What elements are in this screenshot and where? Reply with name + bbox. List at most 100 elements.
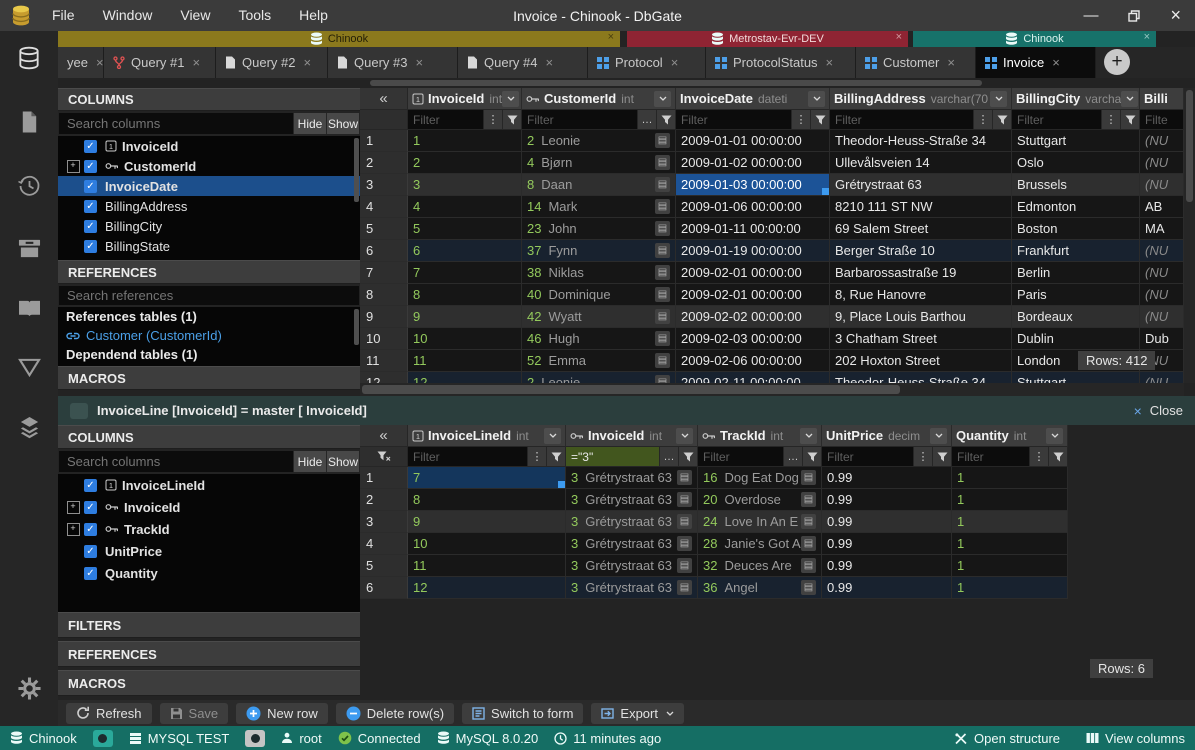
mysql-test-status[interactable]: MYSQL TEST bbox=[129, 731, 230, 746]
filter-menu-button[interactable]: ⋮ bbox=[1101, 110, 1120, 129]
close-tab-icon[interactable]: × bbox=[415, 55, 423, 70]
grid-cell[interactable]: 20Overdose▤ bbox=[698, 489, 822, 511]
filters-rail-item[interactable] bbox=[17, 357, 42, 381]
grid-cell[interactable]: 38Niklas▤ bbox=[522, 262, 676, 284]
grid-cell[interactable]: 3Grétrystraat 63▤ bbox=[566, 555, 698, 577]
column-menu-button[interactable] bbox=[990, 91, 1007, 107]
grid-cell[interactable]: 1 bbox=[952, 577, 1068, 599]
column-menu-button[interactable] bbox=[502, 91, 519, 107]
open-detail-icon[interactable]: ▤ bbox=[801, 558, 816, 573]
new-row-button[interactable]: New row bbox=[236, 703, 328, 724]
grid-cell[interactable]: 8 bbox=[408, 489, 566, 511]
grid-cell[interactable]: 2009-02-02 00:00:00 bbox=[676, 306, 830, 328]
columns-panel-header[interactable]: COLUMNS bbox=[58, 88, 360, 111]
open-detail-icon[interactable]: ▤ bbox=[801, 514, 816, 529]
filter-funnel-button[interactable] bbox=[546, 447, 565, 466]
filters-panel-header[interactable]: FILTERS bbox=[58, 612, 360, 638]
grid-cell[interactable]: (NU bbox=[1140, 240, 1184, 262]
column-header-invoiceid[interactable]: InvoiceIdint bbox=[566, 425, 698, 447]
grid-cell[interactable]: 0.99 bbox=[822, 467, 952, 489]
grid-cell[interactable]: 9, Place Louis Barthou bbox=[830, 306, 1012, 328]
grid-cell[interactable]: 8, Rue Hanovre bbox=[830, 284, 1012, 306]
checkbox[interactable]: ✓ bbox=[84, 567, 97, 580]
collapse-left-panel-button[interactable]: « bbox=[360, 425, 408, 447]
column-menu-button[interactable] bbox=[1046, 428, 1063, 444]
chinook-status[interactable]: Chinook bbox=[10, 731, 77, 746]
checkbox[interactable]: ✓ bbox=[84, 545, 97, 558]
close-connection-icon[interactable]: × bbox=[1144, 31, 1150, 43]
grid-cell[interactable]: 2009-02-03 00:00:00 bbox=[676, 328, 830, 350]
filter-funnel-button[interactable] bbox=[802, 447, 821, 466]
grid-cell[interactable]: 2009-02-11 00:00:00 bbox=[676, 372, 830, 383]
tab-yee[interactable]: yee× bbox=[58, 47, 104, 78]
settings-rail-item[interactable] bbox=[17, 676, 42, 704]
grid-cell[interactable]: 2Leonie▤ bbox=[522, 130, 676, 152]
mysql-8-0-20-status[interactable]: MySQL 8.0.20 bbox=[437, 731, 539, 746]
connection-tab[interactable]: Metrostav-Evr-DEV× bbox=[627, 31, 908, 47]
checkbox[interactable]: ✓ bbox=[84, 180, 97, 193]
plugins-rail-item[interactable] bbox=[17, 416, 42, 442]
grid-cell[interactable]: 40Dominique▤ bbox=[522, 284, 676, 306]
grid-cell[interactable]: 52Emma▤ bbox=[522, 350, 676, 372]
filter-input[interactable]: Filter bbox=[1012, 110, 1101, 129]
column-header-billingaddress[interactable]: BillingAddressvarchar(70 bbox=[830, 88, 1012, 110]
references-list-scrollbar[interactable] bbox=[354, 309, 359, 345]
grid-cell[interactable]: Berger Straße 10 bbox=[830, 240, 1012, 262]
columns-list-scrollbar[interactable] bbox=[354, 138, 359, 202]
open-detail-icon[interactable]: ▤ bbox=[677, 470, 692, 485]
filter-funnel-button[interactable] bbox=[502, 110, 521, 129]
grid-cell[interactable]: 3Grétrystraat 63▤ bbox=[566, 511, 698, 533]
filter-input[interactable]: Filter bbox=[408, 447, 527, 466]
minimize-button[interactable]: — bbox=[1083, 7, 1098, 24]
grid-cell[interactable]: 12 bbox=[408, 372, 522, 383]
filter-funnel-button[interactable] bbox=[1120, 110, 1139, 129]
close-tab-icon[interactable]: × bbox=[192, 55, 200, 70]
grid-cell[interactable]: (NU bbox=[1140, 152, 1184, 174]
grid-cell[interactable]: (NU bbox=[1140, 262, 1184, 284]
switch-to-form-button[interactable]: Switch to form bbox=[462, 703, 583, 724]
grid-cell[interactable]: 3Grétrystraat 63▤ bbox=[566, 533, 698, 555]
grid-cell[interactable]: (NU bbox=[1140, 130, 1184, 152]
open-detail-icon[interactable]: ▤ bbox=[677, 580, 692, 595]
column-header-invoicelineid[interactable]: 1InvoiceLineIdint bbox=[408, 425, 566, 447]
column-item[interactable]: +✓CustomerId bbox=[58, 156, 360, 176]
grid-cell[interactable]: 8Daan▤ bbox=[522, 174, 676, 196]
close-tab-icon[interactable]: × bbox=[826, 55, 834, 70]
grid-cell[interactable]: 2009-01-19 00:00:00 bbox=[676, 240, 830, 262]
open-detail-icon[interactable]: ▤ bbox=[801, 492, 816, 507]
grid-cell[interactable]: 9 bbox=[408, 306, 522, 328]
open-detail-icon[interactable]: ▤ bbox=[677, 558, 692, 573]
grid-cell[interactable]: 69 Salem Street bbox=[830, 218, 1012, 240]
column-menu-button[interactable] bbox=[800, 428, 817, 444]
tab-scrollbar[interactable] bbox=[58, 78, 1195, 88]
column-menu-button[interactable] bbox=[676, 428, 693, 444]
checkbox[interactable]: ✓ bbox=[84, 501, 97, 514]
show-columns-button[interactable]: Show bbox=[326, 113, 359, 134]
grid-cell[interactable]: 2009-01-11 00:00:00 bbox=[676, 218, 830, 240]
grid-cell[interactable]: Dub bbox=[1140, 328, 1184, 350]
grid-cell[interactable]: 8210 111 ST NW bbox=[830, 196, 1012, 218]
export-button[interactable]: Export bbox=[591, 703, 684, 724]
grid-cell[interactable]: 1 bbox=[952, 511, 1068, 533]
search-columns-input[interactable]: Search columns bbox=[59, 113, 293, 134]
connection-tab[interactable]: Chinook× bbox=[58, 31, 620, 47]
filter-input[interactable]: Filter bbox=[522, 110, 637, 129]
menu-file[interactable]: File bbox=[38, 0, 89, 31]
grid-cell[interactable]: 10 bbox=[408, 328, 522, 350]
grid-cell[interactable]: 7 bbox=[408, 467, 566, 489]
menu-window[interactable]: Window bbox=[89, 0, 167, 31]
search-references-input[interactable]: Search references bbox=[59, 286, 359, 305]
filter-input[interactable]: Filter bbox=[698, 447, 783, 466]
grid-cell[interactable]: 1 bbox=[952, 555, 1068, 577]
grid-cell[interactable]: 0.99 bbox=[822, 577, 952, 599]
grid-cell[interactable]: 4 bbox=[408, 196, 522, 218]
grid-cell[interactable]: 42Wyatt▤ bbox=[522, 306, 676, 328]
reference-link[interactable]: Customer (CustomerId) bbox=[58, 326, 360, 345]
grid-cell[interactable]: 2 bbox=[408, 152, 522, 174]
checkbox[interactable]: ✓ bbox=[84, 140, 97, 153]
filter-menu-button[interactable]: … bbox=[659, 447, 678, 466]
grid-cell[interactable]: (NU bbox=[1140, 372, 1184, 383]
restore-button[interactable] bbox=[1128, 10, 1140, 22]
open-detail-icon[interactable]: ▤ bbox=[801, 580, 816, 595]
menu-view[interactable]: View bbox=[166, 0, 224, 31]
